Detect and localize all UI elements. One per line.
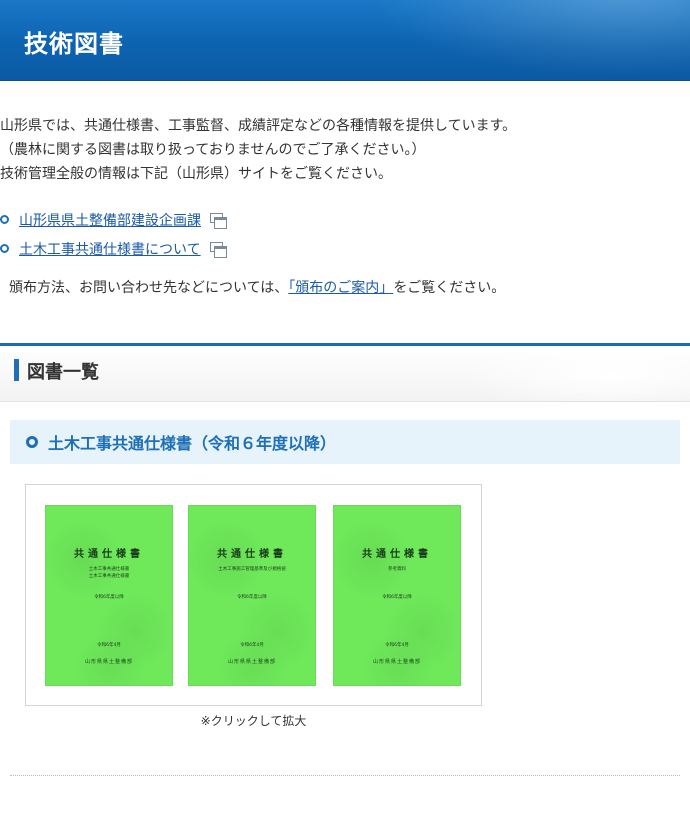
gallery-caption: ※クリックして拡大 [200, 714, 307, 728]
book-cover-3[interactable]: 共通仕様書 参考資料 令和6年度以降 令和6年4月 山形県県土整備部 [333, 505, 461, 686]
bullet-icon [0, 215, 9, 224]
new-window-icon [209, 241, 227, 258]
cover-title: 共通仕様書 [362, 549, 432, 560]
cover-edition: 令和6年度以降 [382, 595, 412, 600]
bullet-icon [0, 244, 9, 253]
intro-line-2: （農林に関する図書は取り扱っておりませんのでご了承ください。） [0, 142, 426, 158]
cover-date: 令和6年4月 [240, 643, 264, 648]
subsection-title: 土木工事共通仕様書（令和６年度以降） [48, 434, 337, 453]
intro-text: 山形県では、共通仕様書、工事監督、成績評定などの各種情報を提供しています。 （農… [0, 114, 690, 186]
distribution-guide-link[interactable]: 「頒布のご案内」 [288, 280, 393, 296]
page-title: 技術図書 [24, 30, 124, 58]
link-item-kensetsu-kikaku: 山形県県土整備部建設企画課 [0, 205, 690, 234]
external-links: 山形県県土整備部建設企画課 土木工事共通仕様書について [0, 205, 690, 263]
cover-edition: 令和6年度以降 [94, 595, 124, 600]
cover-line: 参考資料 [388, 567, 406, 572]
link-kensetsu-kikaku[interactable]: 山形県県土整備部建設企画課 [19, 210, 201, 230]
cover-date: 令和6年4月 [97, 643, 121, 648]
book-cover-1[interactable]: 共通仕様書 土木工事共通仕様書 土木工事共通仕様書 令和6年度以降 令和6年4月 … [45, 505, 173, 686]
cover-date: 令和6年4月 [385, 643, 409, 648]
cover-title: 共通仕様書 [74, 549, 144, 560]
cover-line: 土木工事施工管理基準及び規格値 [218, 567, 286, 572]
book-cover-2[interactable]: 共通仕様書 土木工事施工管理基準及び規格値 令和6年度以降 令和6年4月 山形県… [188, 505, 316, 686]
distribution-note: 頒布方法、お問い合わせ先などについては、「頒布のご案内」をご覧ください。 [9, 276, 505, 300]
cover-publisher: 山形県県土整備部 [227, 659, 276, 665]
distribution-text-before: 頒布方法、お問い合わせ先などについては、 [9, 280, 289, 296]
cover-line: 土木工事共通仕様書 土木工事共通仕様書 [88, 567, 130, 579]
section-heading-bar: 図書一覧 [0, 343, 690, 402]
subsection-heading: 土木工事共通仕様書（令和６年度以降） [10, 420, 680, 464]
distribution-text-after: をご覧ください。 [393, 280, 506, 296]
book-cover-gallery: 共通仕様書 土木工事共通仕様書 土木工事共通仕様書 令和6年度以降 令和6年4月 … [25, 484, 482, 706]
new-window-icon [210, 212, 227, 229]
cover-publisher: 山形県県土整備部 [84, 659, 133, 665]
section-title: 図書一覧 [27, 362, 99, 383]
cover-publisher: 山形県県土整備部 [372, 659, 421, 665]
cover-title: 共通仕様書 [217, 549, 287, 560]
link-kyotsu-shiyosho[interactable]: 土木工事共通仕様書について [19, 239, 201, 259]
ring-bullet-icon [26, 436, 38, 448]
intro-line-1: 山形県では、共通仕様書、工事監督、成績評定などの各種情報を提供しています。 [0, 118, 517, 134]
dotted-divider [10, 775, 680, 776]
intro-line-3: 技術管理全般の情報は下記（山形県）サイトをご覧ください。 [0, 166, 392, 182]
link-item-kyotsu-shiyosho: 土木工事共通仕様書について [0, 234, 690, 263]
page-header: 技術図書 [0, 0, 690, 81]
cover-edition: 令和6年度以降 [237, 595, 267, 600]
section-accent [14, 359, 19, 381]
